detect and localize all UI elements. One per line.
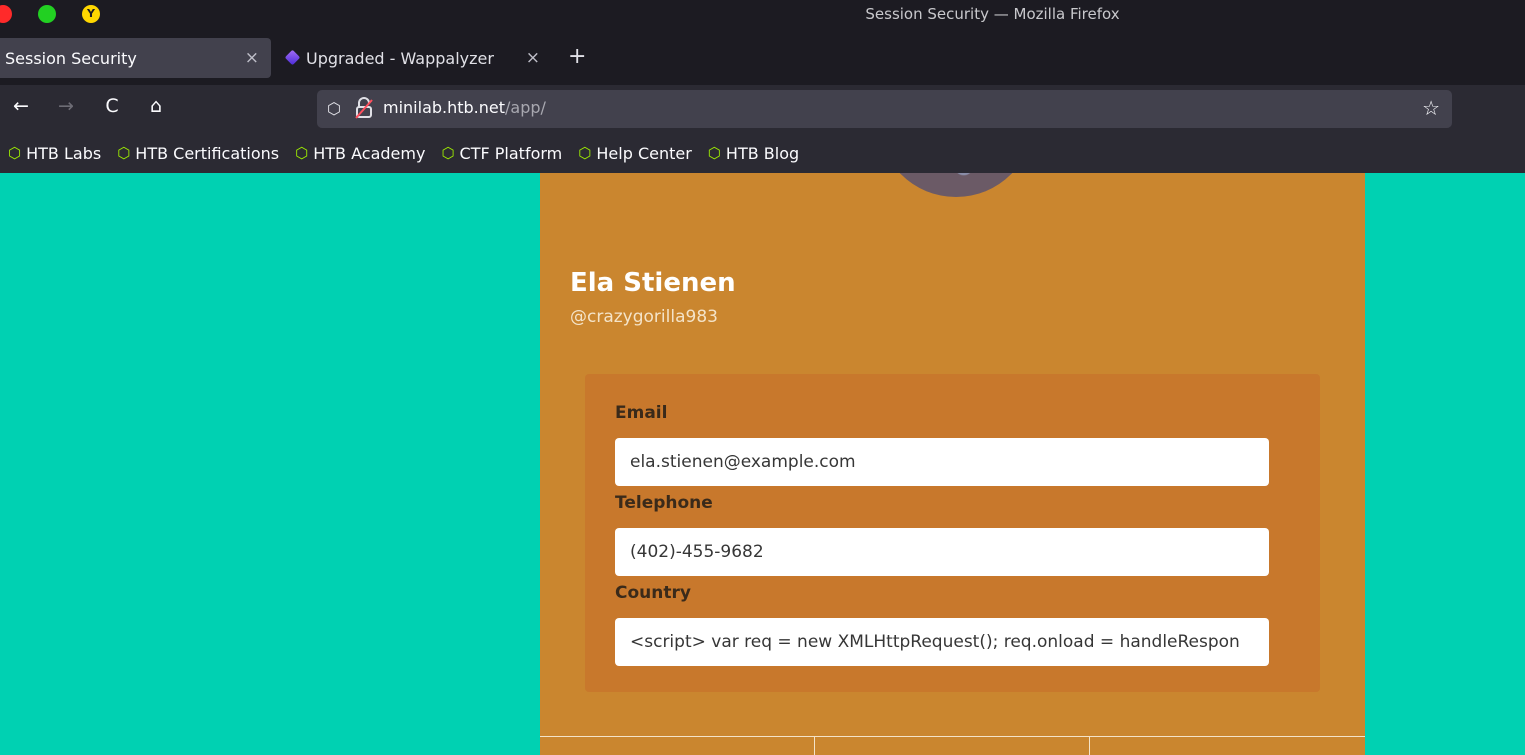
htb-cube-icon: ⬡: [707, 144, 721, 162]
tab-label: Session Security: [5, 48, 137, 68]
close-icon[interactable]: ×: [526, 48, 540, 68]
url-text: minilab.htb.net/app/: [383, 98, 546, 117]
htb-cube-icon: ⬡: [578, 144, 592, 162]
bookmark-htb-labs[interactable]: ⬡ HTB Labs: [8, 144, 101, 163]
country-field[interactable]: <script> var req = new XMLHttpRequest();…: [615, 618, 1269, 666]
home-button[interactable]: ⌂: [143, 95, 169, 117]
bookmark-htb-certifications[interactable]: ⬡ HTB Certifications: [117, 144, 279, 163]
country-label: Country: [615, 583, 691, 603]
new-tab-button[interactable]: +: [568, 44, 586, 69]
url-bar[interactable]: ⬡ minilab.htb.net/app/ ☆: [317, 90, 1452, 128]
close-icon[interactable]: ×: [245, 48, 259, 68]
url-host: minilab.htb.net: [383, 98, 506, 117]
bookmark-label: CTF Platform: [459, 143, 563, 163]
shield-icon[interactable]: ⬡: [327, 99, 341, 118]
bookmarks-toolbar: ⬡ HTB Labs ⬡ HTB Certifications ⬡ HTB Acade…: [0, 133, 1525, 173]
profile-form: Email ela.stienen@example.com Telephone …: [585, 374, 1320, 692]
url-path: /app/: [505, 98, 546, 117]
htb-cube-icon: ⬡: [441, 144, 455, 162]
bookmark-label: HTB Blog: [725, 143, 800, 163]
navigation-toolbar: ← → C ⌂ ⬡ minilab.htb.net/app/ ☆: [0, 85, 1525, 133]
footer-divider: [540, 736, 1365, 737]
back-button[interactable]: ←: [8, 95, 34, 117]
reload-button[interactable]: C: [99, 95, 125, 117]
footer-column-divider: [814, 736, 815, 755]
profile-name: Ela Stienen: [570, 268, 736, 298]
profile-card: Ela Stienen @crazygorilla983 Email ela.s…: [540, 173, 1365, 755]
htb-cube-icon: ⬡: [8, 144, 22, 162]
tab-wappalyzer[interactable]: Upgraded - Wappalyzer ×: [286, 38, 554, 78]
bookmark-star-icon[interactable]: ☆: [1422, 96, 1440, 120]
telephone-field[interactable]: (402)-455-9682: [615, 528, 1269, 576]
telephone-label: Telephone: [615, 493, 713, 513]
htb-cube-icon: ⬡: [295, 144, 309, 162]
wappalyzer-icon: [286, 51, 300, 65]
bookmark-label: HTB Certifications: [135, 143, 280, 163]
email-field[interactable]: ela.stienen@example.com: [615, 438, 1269, 486]
bookmark-htb-blog[interactable]: ⬡ HTB Blog: [708, 144, 799, 163]
window-title: Session Security — Mozilla Firefox: [865, 5, 1120, 23]
bookmark-label: HTB Academy: [313, 143, 426, 163]
footer-column-divider: [1089, 736, 1090, 755]
bookmark-label: HTB Labs: [26, 143, 102, 163]
htb-cube-icon: ⬡: [117, 144, 131, 162]
bookmark-htb-academy[interactable]: ⬡ HTB Academy: [295, 144, 425, 163]
tab-strip: Session Security × Upgraded - Wappalyzer…: [0, 30, 1525, 85]
tab-session-security[interactable]: Session Security ×: [0, 38, 271, 78]
bookmark-ctf-platform[interactable]: ⬡ CTF Platform: [441, 144, 562, 163]
profile-avatar: [878, 173, 1034, 197]
email-label: Email: [615, 403, 668, 423]
bookmark-help-center[interactable]: ⬡ Help Center: [578, 144, 692, 163]
tab-label: Upgraded - Wappalyzer: [306, 48, 494, 68]
bookmark-label: Help Center: [596, 143, 692, 163]
page-viewport[interactable]: Ela Stienen @crazygorilla983 Email ela.s…: [0, 173, 1525, 755]
window-titlebar: Y Session Security — Mozilla Firefox: [0, 0, 1525, 30]
insecure-lock-icon[interactable]: [354, 96, 374, 120]
profile-handle: @crazygorilla983: [570, 307, 718, 327]
forward-button[interactable]: →: [53, 95, 79, 117]
